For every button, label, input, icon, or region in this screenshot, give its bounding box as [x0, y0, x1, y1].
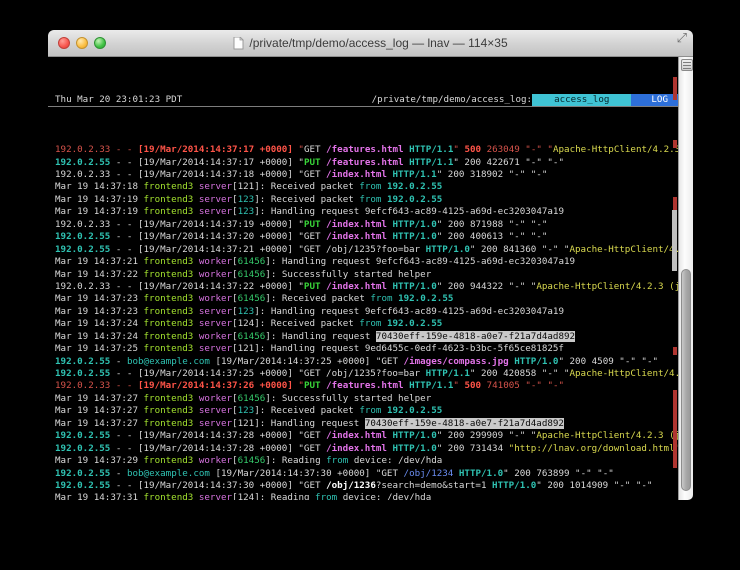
- log-line: Mar 19 14:37:25 frontend3 server[121]: H…: [48, 343, 678, 355]
- log-line: 192.0.2.55 - - [19/Mar/2014:14:37:30 +00…: [48, 480, 678, 492]
- lnav-scrollbar[interactable]: [673, 57, 677, 500]
- terminal-window: /private/tmp/demo/access_log — lnav — 11…: [48, 30, 693, 500]
- window-title-area: /private/tmp/demo/access_log — lnav — 11…: [48, 30, 693, 56]
- window-title: /private/tmp/demo/access_log — lnav — 11…: [249, 36, 507, 50]
- lnav-top-bar: Thu Mar 20 23:01:23 PDT /private/tmp/dem…: [48, 94, 678, 106]
- terminal-content[interactable]: Thu Mar 20 23:01:23 PDT /private/tmp/dem…: [48, 57, 678, 500]
- log-line: 192.0.2.33 - - [19/Mar/2014:14:37:17 +00…: [48, 144, 678, 156]
- log-line: Mar 19 14:37:27 frontend3 server[123]: R…: [48, 405, 678, 417]
- log-line: Mar 19 14:37:31 frontend3 server[124]: R…: [48, 492, 678, 500]
- error-mark: [673, 347, 677, 355]
- log-line: 192.0.2.33 - - [19/Mar/2014:14:37:22 +00…: [48, 281, 678, 293]
- error-mark: [673, 77, 677, 100]
- scrollbar-widget-icon[interactable]: [681, 59, 693, 71]
- log-line: Mar 19 14:37:22 frontend3 worker[61456]:…: [48, 269, 678, 281]
- log-line: 192.0.2.55 - - [19/Mar/2014:14:37:20 +00…: [48, 231, 678, 243]
- log-line: 192.0.2.55 - - [19/Mar/2014:14:37:28 +00…: [48, 430, 678, 442]
- log-line: 192.0.2.55 - - [19/Mar/2014:14:37:25 +00…: [48, 368, 678, 380]
- log-line: Mar 19 14:37:23 frontend3 server[123]: H…: [48, 306, 678, 318]
- clock: Thu Mar 20 23:01:23 PDT: [55, 94, 182, 106]
- fullscreen-icon[interactable]: ⤢: [677, 31, 687, 46]
- log-line: 192.0.2.33 - - [19/Mar/2014:14:37:19 +00…: [48, 219, 678, 231]
- log-lines: 192.0.2.33 - - [19/Mar/2014:14:37:17 +00…: [48, 144, 678, 500]
- log-line: Mar 19 14:37:19 frontend3 server[123]: H…: [48, 206, 678, 218]
- log-mode-badge: LOG: [631, 94, 678, 106]
- log-line: Mar 19 14:37:29 frontend3 worker[61456]:…: [48, 455, 678, 467]
- title-bar[interactable]: /private/tmp/demo/access_log — lnav — 11…: [48, 30, 693, 57]
- document-icon: [233, 37, 244, 50]
- log-line: 192.0.2.55 - bob@example.com [19/Mar/201…: [48, 468, 678, 480]
- file-path: /private/tmp/demo/access_log: [372, 94, 527, 106]
- log-line: Mar 19 14:37:21 frontend3 worker[61456]:…: [48, 256, 678, 268]
- log-line: 192.0.2.55 - - [19/Mar/2014:14:37:17 +00…: [48, 157, 678, 169]
- scrollbar[interactable]: [678, 57, 693, 500]
- log-line: 192.0.2.55 - - [19/Mar/2014:14:37:21 +00…: [48, 244, 678, 256]
- log-line: Mar 19 14:37:19 frontend3 server[123]: R…: [48, 194, 678, 206]
- error-mark: [673, 140, 677, 148]
- lnav-scroll-thumb[interactable]: [672, 210, 677, 271]
- log-line: 192.0.2.33 - - [19/Mar/2014:14:37:26 +00…: [48, 380, 678, 392]
- error-mark: [673, 390, 677, 468]
- log-line: Mar 19 14:37:27 frontend3 worker[61456]:…: [48, 393, 678, 405]
- log-line: Mar 19 14:37:24 frontend3 server[124]: R…: [48, 318, 678, 330]
- scrollbar-thumb[interactable]: [681, 269, 691, 491]
- log-line: Mar 19 14:37:18 frontend3 server[121]: R…: [48, 181, 678, 193]
- log-line: Mar 19 14:37:27 frontend3 server[121]: H…: [48, 418, 678, 430]
- log-line: 192.0.2.33 - - [19/Mar/2014:14:37:18 +00…: [48, 169, 678, 181]
- log-line: Mar 19 14:37:24 frontend3 worker[61456]:…: [48, 331, 678, 343]
- log-line: 192.0.2.55 - bob@example.com [19/Mar/201…: [48, 356, 678, 368]
- log-line: Mar 19 14:37:23 frontend3 worker[61456]:…: [48, 293, 678, 305]
- file-badge: access_log: [532, 94, 631, 106]
- error-mark: [673, 197, 677, 211]
- log-line: 192.0.2.55 - - [19/Mar/2014:14:37:28 +00…: [48, 443, 678, 455]
